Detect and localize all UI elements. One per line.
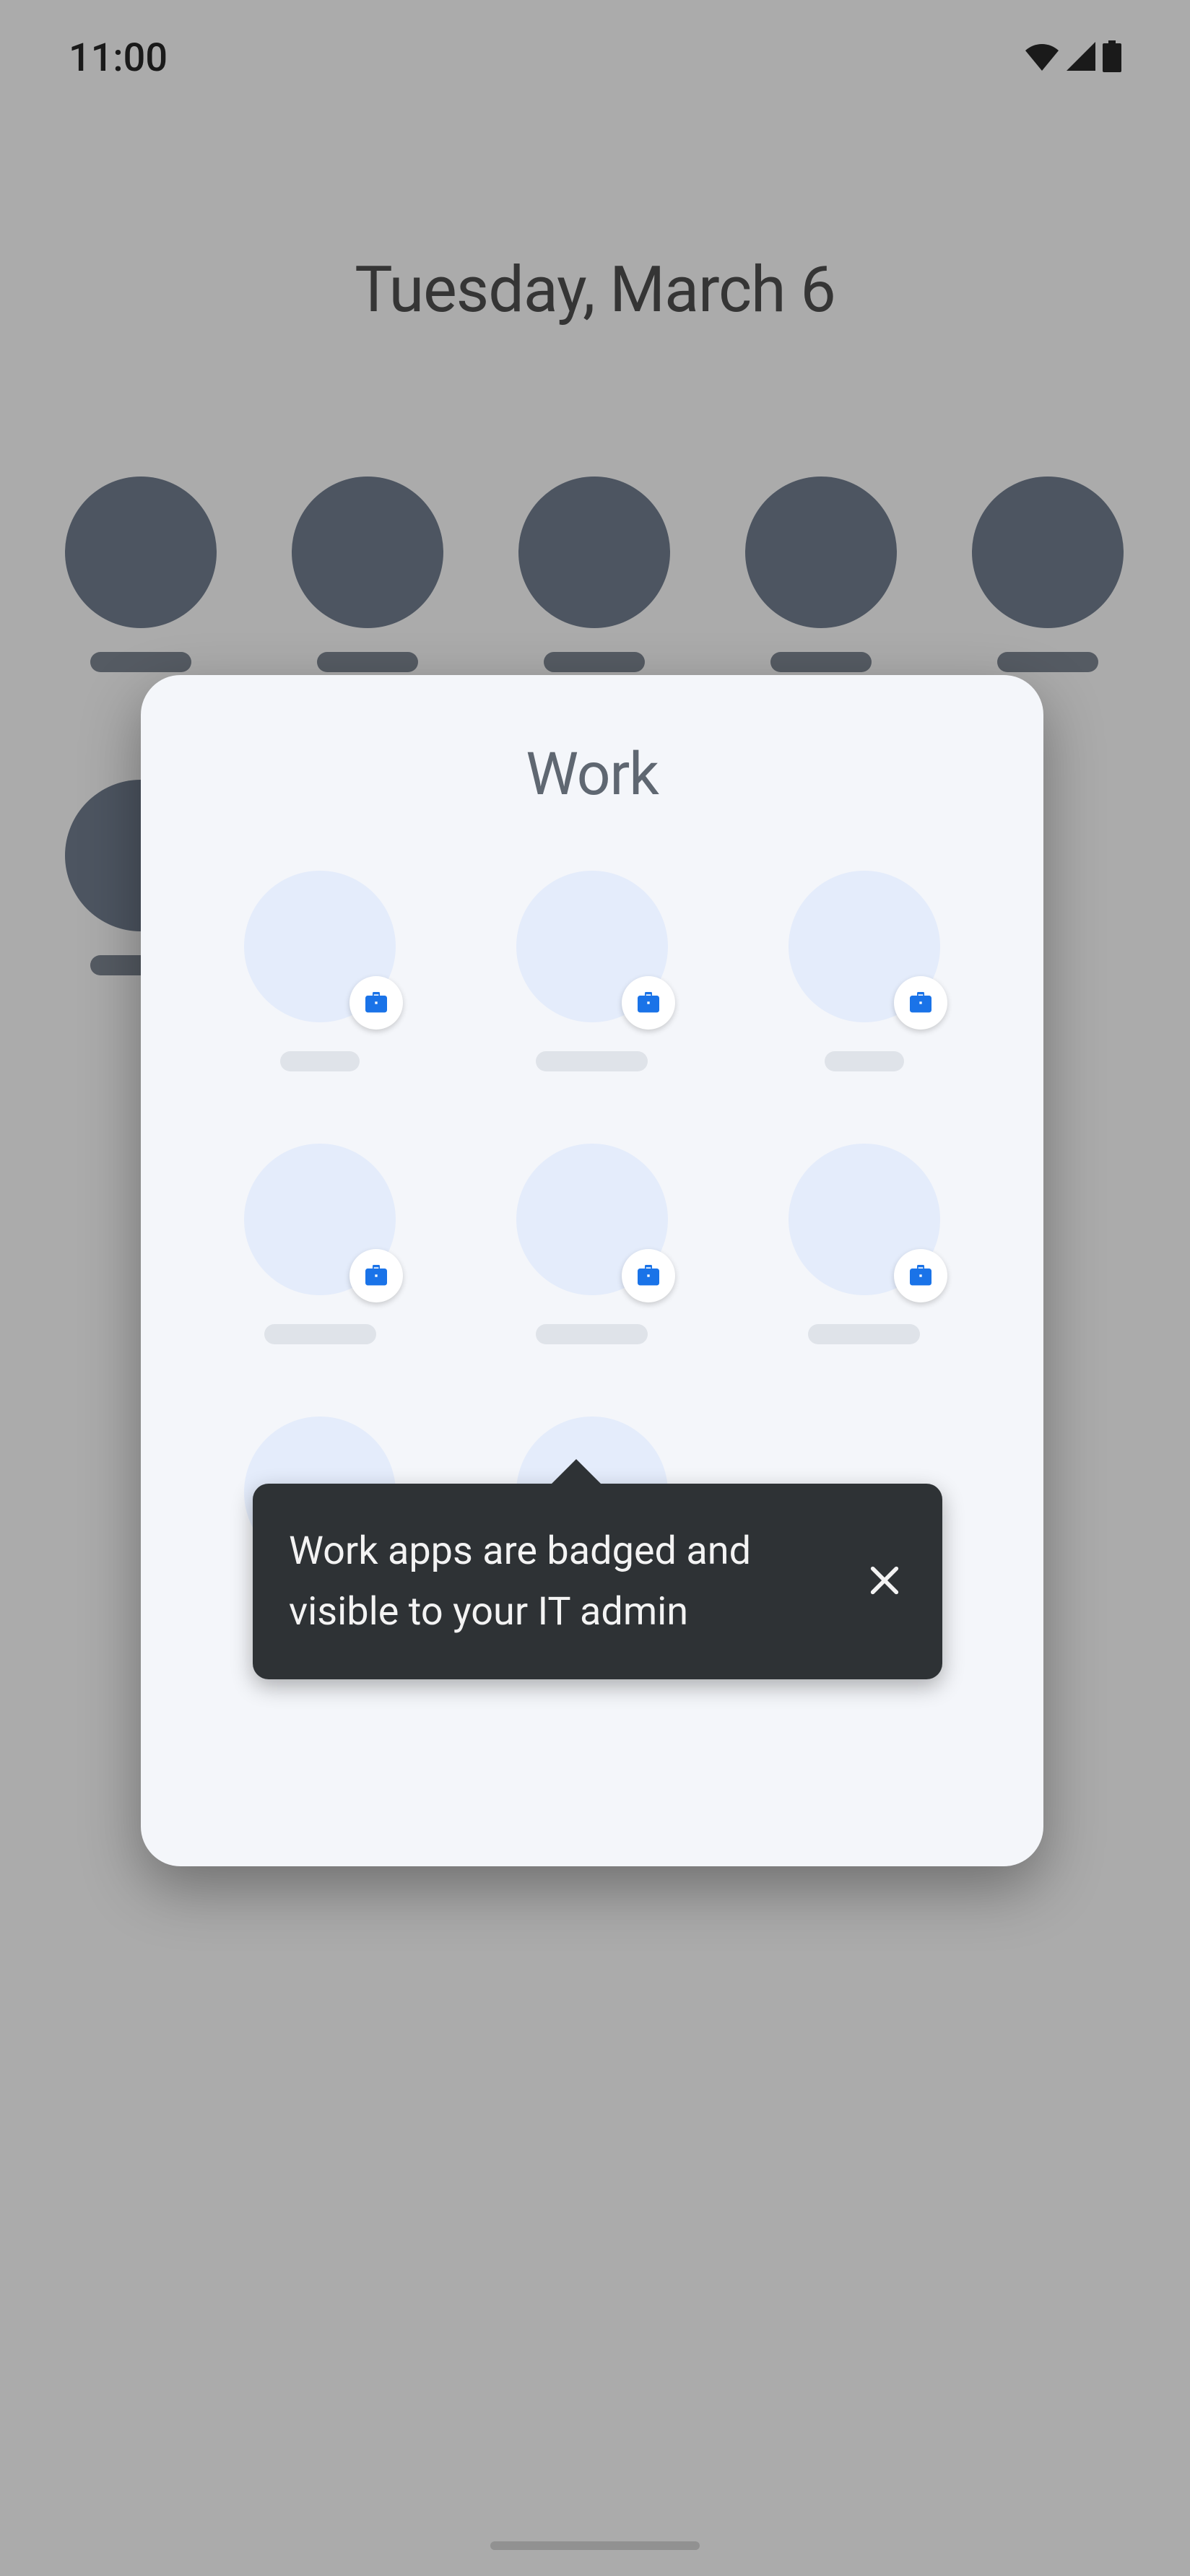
battery-icon [1103,40,1121,75]
status-bar: 11:00 [0,0,1190,116]
work-app[interactable] [789,1144,940,1344]
briefcase-badge-icon [622,976,675,1030]
work-app[interactable] [244,1144,396,1344]
briefcase-badge-icon [349,976,403,1030]
wifi-icon [1025,42,1059,74]
app-label-placeholder [536,1324,648,1344]
work-app[interactable] [516,871,668,1071]
work-app[interactable] [789,871,940,1071]
app-label-placeholder [536,1051,648,1071]
app-label-placeholder [825,1051,904,1071]
work-app[interactable] [516,1144,668,1344]
status-icons [1025,40,1121,75]
briefcase-badge-icon [622,1249,675,1302]
work-app[interactable] [244,871,396,1071]
info-tooltip: Work apps are badged and visible to your… [253,1484,942,1679]
close-button[interactable] [859,1557,910,1607]
cell-signal-icon [1067,42,1095,74]
app-label-placeholder [280,1051,360,1071]
app-label-placeholder [264,1324,376,1344]
status-time: 11:00 [69,35,168,81]
close-icon [864,1560,905,1604]
briefcase-badge-icon [894,976,947,1030]
work-folder-modal: Work [141,675,1043,1866]
modal-title: Work [184,740,1000,809]
briefcase-badge-icon [894,1249,947,1302]
tooltip-text: Work apps are badged and visible to your… [289,1521,838,1642]
briefcase-badge-icon [349,1249,403,1302]
tooltip-arrow-icon [549,1459,604,1487]
nav-handle[interactable] [490,2541,700,2550]
app-label-placeholder [808,1324,920,1344]
